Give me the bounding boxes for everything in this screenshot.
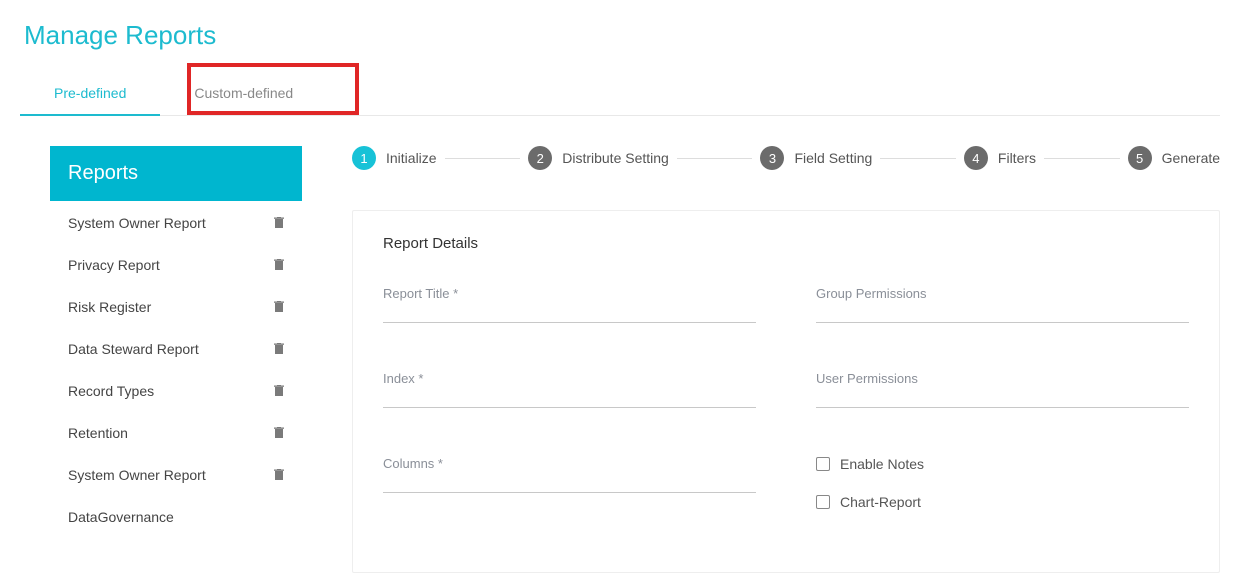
sidebar-item-system-owner-report-2[interactable]: System Owner Report	[50, 453, 302, 495]
sidebar-item-record-types[interactable]: Record Types	[50, 369, 302, 411]
trash-icon[interactable]	[274, 217, 284, 229]
tab-custom[interactable]: Custom-defined	[160, 71, 327, 115]
trash-icon[interactable]	[274, 301, 284, 313]
checkbox-label: Chart-Report	[840, 494, 921, 510]
step-number: 3	[760, 146, 784, 170]
trash-icon[interactable]	[274, 343, 284, 355]
field-label: User Permissions	[816, 371, 1189, 390]
checkbox-icon	[816, 495, 830, 509]
step-number: 5	[1128, 146, 1152, 170]
report-details-card: Report Details Report Title * Group Perm…	[352, 210, 1220, 573]
field-label: Group Permissions	[816, 286, 1189, 305]
card-title: Report Details	[383, 235, 1189, 252]
trash-icon[interactable]	[274, 259, 284, 271]
report-title-field[interactable]: Report Title *	[383, 286, 756, 323]
sidebar-item-label: Record Types	[68, 383, 154, 399]
stepper: 1 Initialize 2 Distribute Setting 3 Fiel…	[352, 146, 1220, 170]
sidebar-item-label: Risk Register	[68, 299, 151, 315]
sidebar-item-label: Retention	[68, 425, 128, 441]
sidebar-item-system-owner-report[interactable]: System Owner Report	[50, 201, 302, 243]
sidebar-item-risk-register[interactable]: Risk Register	[50, 285, 302, 327]
step-label: Field Setting	[794, 150, 872, 166]
chart-report-checkbox[interactable]: Chart-Report	[816, 494, 1189, 510]
sidebar-item-label: Privacy Report	[68, 257, 160, 273]
columns-field[interactable]: Columns *	[383, 456, 756, 493]
step-distribute-setting[interactable]: 2 Distribute Setting	[528, 146, 669, 170]
group-permissions-field[interactable]: Group Permissions	[816, 286, 1189, 323]
step-number: 2	[528, 146, 552, 170]
tabs: Pre-defined Custom-defined	[20, 71, 1220, 116]
step-divider	[677, 158, 753, 159]
trash-icon[interactable]	[274, 469, 284, 481]
trash-icon[interactable]	[274, 385, 284, 397]
field-label: Report Title *	[383, 286, 756, 305]
tab-predefined[interactable]: Pre-defined	[20, 71, 160, 115]
step-label: Generate	[1162, 150, 1220, 166]
sidebar-item-label: System Owner Report	[68, 215, 206, 231]
enable-notes-checkbox[interactable]: Enable Notes	[816, 456, 1189, 472]
sidebar-item-data-steward-report[interactable]: Data Steward Report	[50, 327, 302, 369]
reports-sidebar: Reports System Owner Report Privacy Repo…	[50, 146, 302, 573]
sidebar-item-label: DataGovernance	[68, 509, 174, 525]
field-label: Columns *	[383, 456, 756, 475]
step-filters[interactable]: 4 Filters	[964, 146, 1036, 170]
step-label: Distribute Setting	[562, 150, 669, 166]
index-field[interactable]: Index *	[383, 371, 756, 408]
step-label: Filters	[998, 150, 1036, 166]
step-generate[interactable]: 5 Generate	[1128, 146, 1220, 170]
step-number: 4	[964, 146, 988, 170]
sidebar-item-privacy-report[interactable]: Privacy Report	[50, 243, 302, 285]
sidebar-item-retention[interactable]: Retention	[50, 411, 302, 453]
sidebar-item-datagovernance[interactable]: DataGovernance	[50, 495, 302, 527]
page-title: Manage Reports	[24, 20, 1220, 51]
step-divider	[445, 158, 521, 159]
step-label: Initialize	[386, 150, 437, 166]
checkbox-label: Enable Notes	[840, 456, 924, 472]
sidebar-item-label: Data Steward Report	[68, 341, 199, 357]
checkbox-icon	[816, 457, 830, 471]
sidebar-header: Reports	[50, 146, 302, 201]
sidebar-item-label: System Owner Report	[68, 467, 206, 483]
step-divider	[1044, 158, 1120, 159]
step-number: 1	[352, 146, 376, 170]
step-divider	[880, 158, 956, 159]
trash-icon[interactable]	[274, 427, 284, 439]
step-field-setting[interactable]: 3 Field Setting	[760, 146, 872, 170]
user-permissions-field[interactable]: User Permissions	[816, 371, 1189, 408]
step-initialize[interactable]: 1 Initialize	[352, 146, 437, 170]
field-label: Index *	[383, 371, 756, 390]
